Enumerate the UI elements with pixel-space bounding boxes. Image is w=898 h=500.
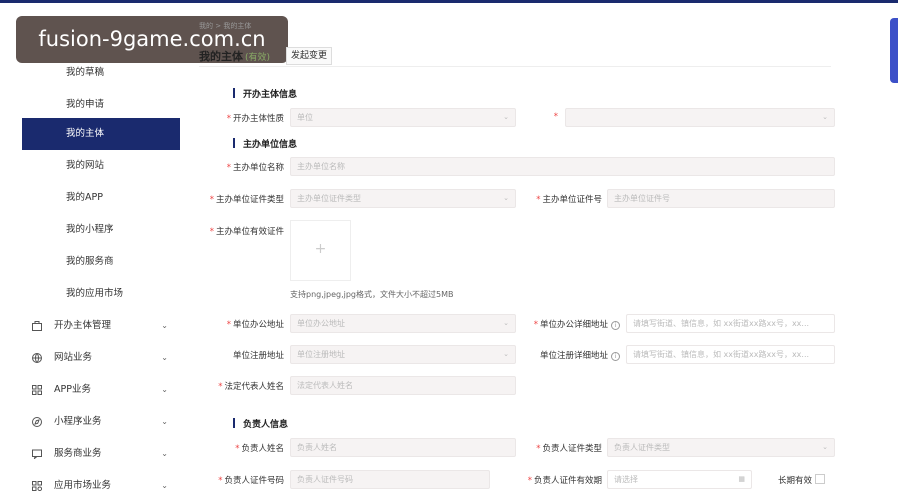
- label-cert-type: * 主办单位证件类型: [209, 195, 284, 205]
- chevron-down-icon: ⌄: [161, 353, 168, 362]
- reg-address-select[interactable]: 单位注册地址 ⌄: [290, 345, 516, 364]
- section-title-entity-info: 开办主体信息: [233, 87, 297, 100]
- label-cert-no: * 主办单位证件号: [536, 195, 602, 205]
- cert-valid-date-picker[interactable]: 请选择 ▦: [607, 470, 752, 489]
- label-person-cert-valid: * 负责人证件有效期: [527, 476, 602, 486]
- sidebar: 我的草稿 我的申请 我的主体 我的网站 我的APP 我的小程序 我的服务商 我的…: [22, 5, 182, 500]
- page-title-text: 我的主体: [199, 50, 243, 63]
- chevron-down-icon: ⌄: [503, 113, 509, 121]
- info-icon[interactable]: i: [611, 352, 620, 361]
- chevron-down-icon: ⌄: [503, 319, 509, 327]
- entity-nature-select[interactable]: 单位 ⌄: [290, 108, 516, 127]
- required-mark: *: [553, 112, 558, 122]
- sidebar-group-app[interactable]: APP业务 ⌄: [22, 374, 180, 406]
- grid-icon: [32, 385, 42, 395]
- sidebar-group-label: 网站业务: [54, 352, 93, 363]
- chevron-down-icon: ⌄: [822, 443, 828, 451]
- sidebar-group-label: 服务商业务: [54, 448, 102, 459]
- chat-icon: [32, 449, 42, 459]
- sidebar-group-label: 应用市场业务: [54, 480, 112, 491]
- info-icon[interactable]: i: [611, 321, 620, 330]
- cert-no-input[interactable]: 主办单位证件号: [607, 189, 835, 208]
- label-unit-name: * 主办单位名称: [226, 163, 284, 173]
- divider: [199, 66, 831, 67]
- briefcase-icon: [32, 321, 42, 331]
- sidebar-item-providers[interactable]: 我的服务商: [22, 246, 180, 278]
- cert-upload-box[interactable]: +: [290, 220, 351, 281]
- label-legal-rep: * 法定代表人姓名: [218, 382, 284, 392]
- sidebar-item-applications[interactable]: 我的申请: [22, 89, 180, 121]
- sidebar-item-apps[interactable]: 我的APP: [22, 182, 180, 214]
- sidebar-item-websites[interactable]: 我的网站: [22, 150, 180, 182]
- section-title-person-info: 负责人信息: [233, 417, 288, 430]
- label-reg-detail: 单位注册详细地址 i: [530, 349, 620, 361]
- sidebar-group-app-market[interactable]: 应用市场业务 ⌄: [22, 470, 180, 500]
- top-bar: [0, 0, 898, 3]
- breadcrumb: 我的 > 我的主体: [199, 22, 252, 30]
- chevron-down-icon: ⌄: [161, 417, 168, 426]
- sidebar-group-label: 开办主体管理: [54, 320, 112, 331]
- section-title-unit-info: 主办单位信息: [233, 137, 297, 150]
- sidebar-group-label: APP业务: [54, 384, 91, 395]
- office-detail-input[interactable]: 请填写街道、镇信息，如 xx街道xx路xx号，xx...: [626, 314, 835, 333]
- label-person-cert-type: * 负责人证件类型: [536, 444, 602, 454]
- label-cert-file: * 主办单位有效证件: [209, 227, 284, 237]
- long-term-checkbox[interactable]: [815, 474, 825, 484]
- label-person-cert-no: * 负责人证件号码: [218, 476, 284, 486]
- status-badge: (有效): [245, 53, 271, 63]
- floating-side-tab[interactable]: [890, 18, 898, 83]
- compass-icon: [32, 417, 42, 427]
- sidebar-group-label: 小程序业务: [54, 416, 102, 427]
- plus-icon: +: [314, 241, 327, 257]
- chevron-down-icon: ⌄: [161, 385, 168, 394]
- person-name-input[interactable]: 负责人姓名: [290, 438, 516, 457]
- unit-name-input[interactable]: 主办单位名称: [290, 157, 835, 176]
- sidebar-item-miniprograms[interactable]: 我的小程序: [22, 214, 180, 246]
- person-cert-no-input[interactable]: 负责人证件号码: [290, 470, 490, 489]
- page-title: 我的主体 (有效): [199, 48, 270, 64]
- chevron-down-icon: ⌄: [503, 194, 509, 202]
- label-long-term: 长期有效: [777, 476, 812, 486]
- reg-detail-input[interactable]: 请填写街道、镇信息，如 xx街道xx路xx号，xx...: [626, 345, 835, 364]
- chevron-down-icon: ⌄: [161, 481, 168, 490]
- initiate-change-button[interactable]: 发起变更: [286, 47, 332, 65]
- cert-type-select[interactable]: 主办单位证件类型 ⌄: [290, 189, 516, 208]
- sidebar-group-entity-mgmt[interactable]: 开办主体管理 ⌄: [22, 310, 180, 342]
- label-person-name: * 负责人姓名: [235, 444, 284, 454]
- chevron-down-icon: ⌄: [503, 350, 509, 358]
- sidebar-group-miniprogram[interactable]: 小程序业务 ⌄: [22, 406, 180, 438]
- label-office-addr: * 单位办公地址: [226, 320, 284, 330]
- legal-rep-input[interactable]: 法定代表人姓名: [290, 376, 516, 395]
- sidebar-item-my-entity[interactable]: 我的主体: [22, 118, 180, 150]
- entity-subtype-select[interactable]: ⌄: [565, 108, 835, 127]
- chevron-down-icon: ⌄: [161, 449, 168, 458]
- label-reg-addr: 单位注册地址: [232, 351, 284, 361]
- person-cert-type-select[interactable]: 负责人证件类型 ⌄: [607, 438, 835, 457]
- office-address-select[interactable]: 单位办公地址 ⌄: [290, 314, 516, 333]
- chevron-down-icon: ⌄: [161, 321, 168, 330]
- label-office-detail: * 单位办公详细地址 i: [530, 318, 620, 330]
- apps-icon: [32, 481, 42, 491]
- label-nature: * 开办主体性质: [226, 114, 284, 124]
- chevron-down-icon: ⌄: [822, 113, 828, 121]
- calendar-icon: ▦: [738, 475, 745, 483]
- sidebar-group-provider[interactable]: 服务商业务 ⌄: [22, 438, 180, 470]
- upload-hint: 支持png,jpeg,jpg格式，文件大小不超过5MB: [290, 290, 454, 299]
- globe-icon: [32, 353, 42, 363]
- sidebar-item-app-markets[interactable]: 我的应用市场: [22, 278, 180, 310]
- sidebar-group-website[interactable]: 网站业务 ⌄: [22, 342, 180, 374]
